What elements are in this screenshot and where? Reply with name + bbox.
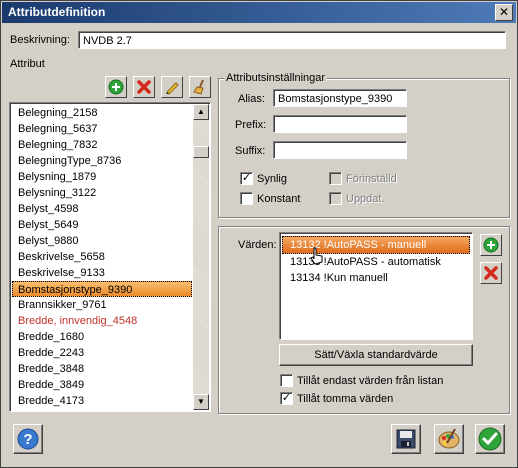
clear-broom-icon [193, 79, 204, 95]
ok-check-icon [478, 427, 502, 451]
attribute-list-item[interactable]: Beskrivelse_5658 [10, 249, 194, 265]
uppdat-checkbox [329, 192, 342, 205]
set-default-value-button[interactable]: Sätt/Växla standardvärde [279, 344, 473, 366]
add-attribute-button[interactable] [105, 76, 127, 98]
clear-attribute-button[interactable] [189, 76, 211, 98]
beskrivning-label: Beskrivning: [10, 34, 70, 46]
konstant-label: Konstant [257, 193, 301, 205]
close-button[interactable]: ✕ [495, 4, 513, 21]
attribute-list-item[interactable]: Belyst_9880 [10, 233, 194, 249]
value-list-item[interactable]: 13134 !Kun manuell [280, 270, 472, 286]
add-value-button[interactable] [480, 234, 502, 256]
attribute-list-item[interactable]: Belyst_5649 [10, 217, 194, 233]
palette-icon [438, 428, 460, 449]
attribute-list-item[interactable]: Bredde_3848 [10, 361, 194, 377]
uppdat-label: Uppdat. [346, 193, 385, 205]
allow-empty-label: Tillåt tomma värden [297, 393, 394, 405]
scroll-up-button[interactable]: ▲ [193, 104, 209, 120]
prefix-label: Prefix: [235, 119, 267, 131]
attribute-list-scrollbar[interactable]: ▲ ▼ [193, 104, 209, 410]
prefix-field[interactable] [273, 115, 407, 133]
scroll-thumb[interactable] [193, 146, 209, 158]
save-disk-icon [396, 429, 416, 449]
values-list[interactable]: 13132 !AutoPASS - manuell 13133 !AutoPASS… [279, 232, 473, 340]
help-icon: ? [17, 428, 39, 450]
forinstalld-label: Förinställd [346, 173, 397, 185]
window-title: Attributdefinition [8, 5, 106, 19]
title-bar[interactable]: Attributdefinition ✕ [2, 2, 516, 23]
attribute-list-item[interactable]: Bomstasjonstype_9390 [12, 281, 192, 297]
attribute-list-item[interactable]: Brannsikker_9761 [10, 297, 194, 313]
value-list-item[interactable]: 13133 !AutoPASS - automatisk [280, 254, 472, 270]
edit-pencil-icon [166, 82, 179, 95]
attribute-list-item[interactable]: Belegning_2158 [10, 105, 194, 121]
attribute-list-item[interactable]: Belegning_7832 [10, 137, 194, 153]
attribute-definition-window: Attributdefinition ✕ Beskrivning: NVDB 2… [0, 0, 518, 468]
hand-cursor-icon [310, 247, 323, 265]
save-button[interactable] [391, 424, 421, 454]
attribute-list-item[interactable]: Belegning_5637 [10, 121, 194, 137]
palette-button[interactable] [434, 424, 464, 454]
delete-attribute-button[interactable] [133, 76, 155, 98]
only-list-checkbox[interactable] [280, 374, 293, 387]
values-label: Värden: [238, 239, 277, 251]
ok-button[interactable] [475, 424, 505, 454]
attribute-list[interactable]: Belegning_2158 Belegning_5637 Belegning_78… [9, 102, 211, 412]
alias-field[interactable]: Bomstasjonstype_9390 [273, 89, 407, 107]
delete-value-button[interactable] [480, 262, 502, 284]
add-value-icon [483, 237, 499, 253]
attribute-list-item[interactable]: Bredde_4173 [10, 393, 194, 409]
delete-icon [137, 80, 151, 94]
scroll-down-button[interactable]: ▼ [193, 394, 209, 410]
attribute-list-item[interactable]: Beskrivelse_9133 [10, 265, 194, 281]
forinstalld-checkbox [329, 172, 342, 185]
add-icon [108, 79, 124, 95]
suffix-label: Suffix: [235, 145, 266, 157]
settings-group-title: Attributsinställningar [224, 72, 328, 84]
attribute-list-item[interactable]: Bredde_1680 [10, 329, 194, 345]
delete-value-icon [484, 266, 498, 280]
help-button[interactable]: ? [13, 424, 43, 454]
allow-empty-checkbox[interactable]: ✓ [280, 392, 293, 405]
konstant-checkbox[interactable] [240, 192, 253, 205]
svg-text:?: ? [23, 431, 32, 448]
synlig-checkbox[interactable]: ✓ [240, 172, 253, 185]
attribute-list-item[interactable]: Bredde_3849 [10, 377, 194, 393]
attribut-label: Attribut [10, 58, 45, 70]
attribute-list-item[interactable]: Belysning_3122 [10, 185, 194, 201]
attribute-list-item[interactable]: BelegningType_8736 [10, 153, 194, 169]
attribute-list-item[interactable]: Bredde, innvendig_4548 [10, 313, 194, 329]
only-list-label: Tillåt endast värden från listan [297, 375, 444, 387]
attribute-list-item[interactable]: Bredde_2243 [10, 345, 194, 361]
attribute-list-item[interactable]: Belysning_1879 [10, 169, 194, 185]
edit-attribute-button[interactable] [161, 76, 183, 98]
attribute-list-item[interactable]: Belyst_4598 [10, 201, 194, 217]
suffix-field[interactable] [273, 141, 407, 159]
beskrivning-field[interactable]: NVDB 2.7 [78, 31, 506, 49]
alias-label: Alias: [238, 93, 265, 105]
synlig-label: Synlig [257, 173, 287, 185]
